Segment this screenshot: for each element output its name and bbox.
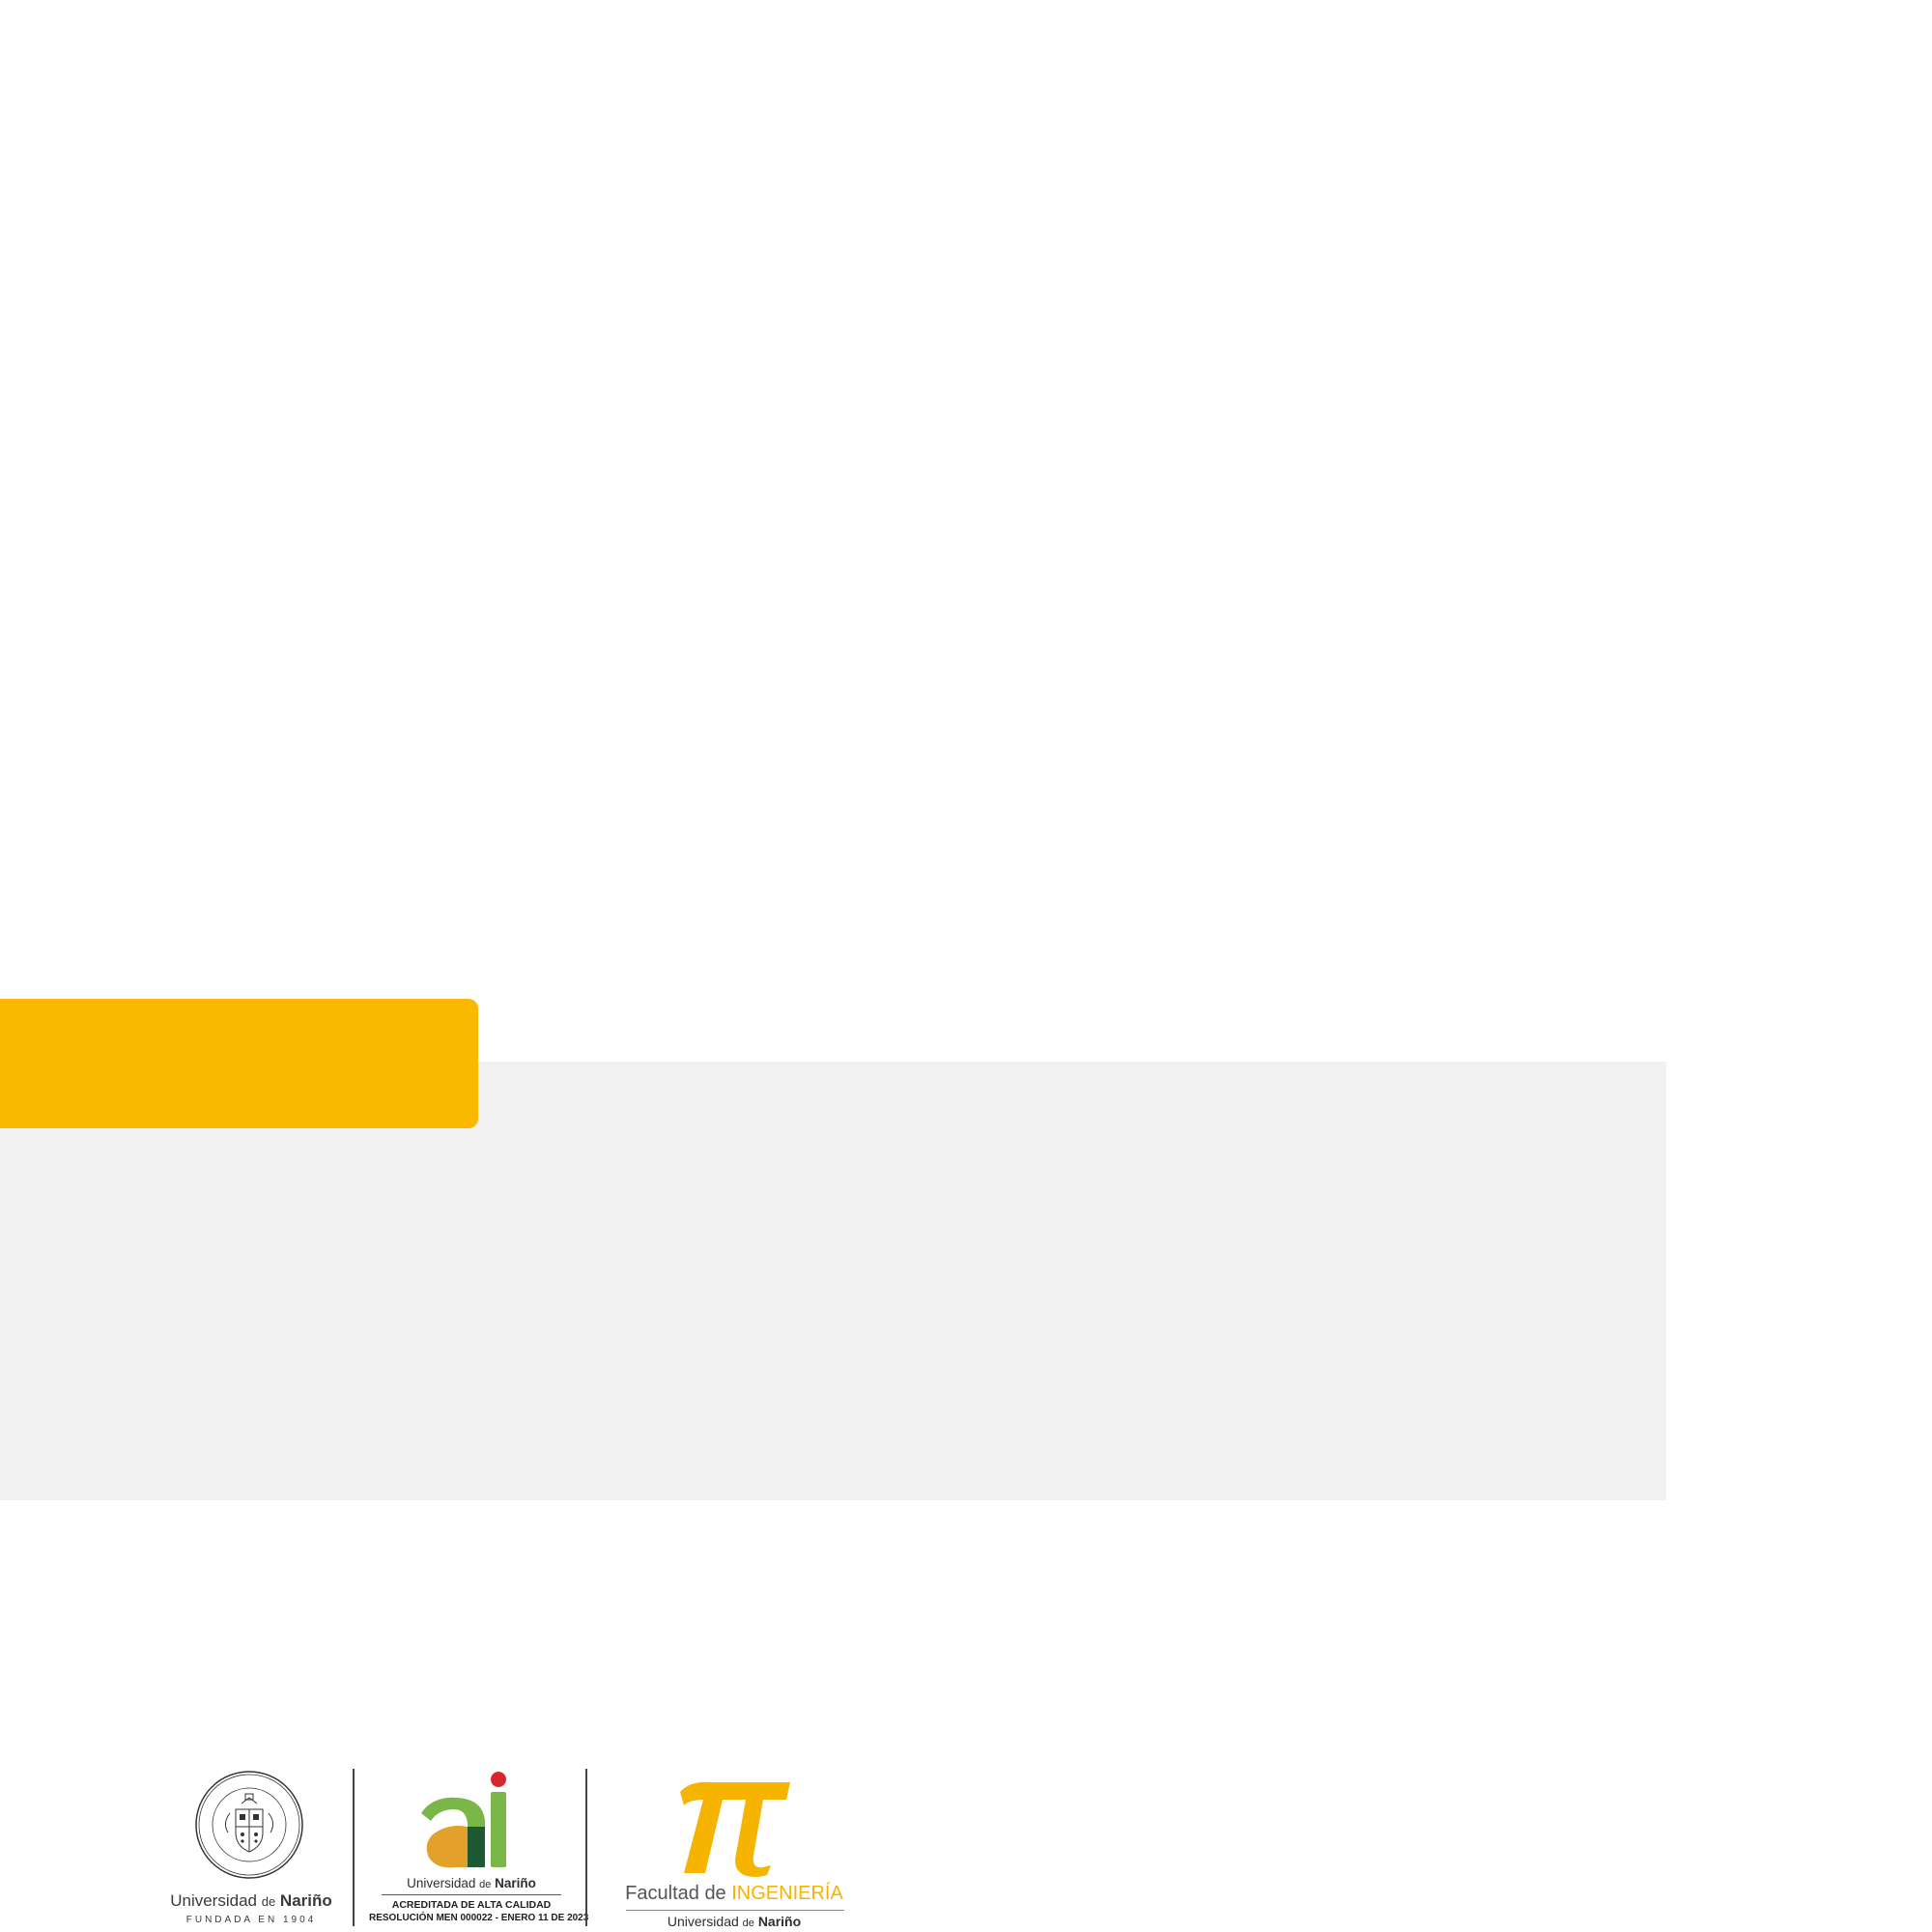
udenar-name: Universidad de Nariño <box>170 1891 332 1910</box>
logo-divider <box>585 1769 587 1926</box>
university-seal-icon <box>195 1771 303 1879</box>
faculty-rule <box>626 1910 844 1911</box>
udenar-founded: FUNDADA EN 1904 <box>185 1915 317 1925</box>
accent-tab <box>0 999 478 1128</box>
ai-monogram-icon <box>421 1772 506 1868</box>
faculty-university: Universidad de Nariño <box>667 1914 802 1929</box>
logo-divider <box>353 1769 355 1926</box>
pi-symbol-icon <box>680 1781 790 1877</box>
accreditation-university: Universidad de Nariño <box>407 1876 536 1890</box>
accreditation-resolution: RESOLUCIÓN MEN 000022 - ENERO 11 DE 2023 <box>369 1913 589 1923</box>
accreditation-title: ACREDITADA DE ALTA CALIDAD <box>391 1899 552 1911</box>
accreditation-rule <box>382 1894 561 1895</box>
footer-logos: Universidad de Nariño FUNDADA EN 1904 Un… <box>0 1763 966 1932</box>
faculty-name: Facultad de INGENIERÍA <box>625 1883 843 1904</box>
